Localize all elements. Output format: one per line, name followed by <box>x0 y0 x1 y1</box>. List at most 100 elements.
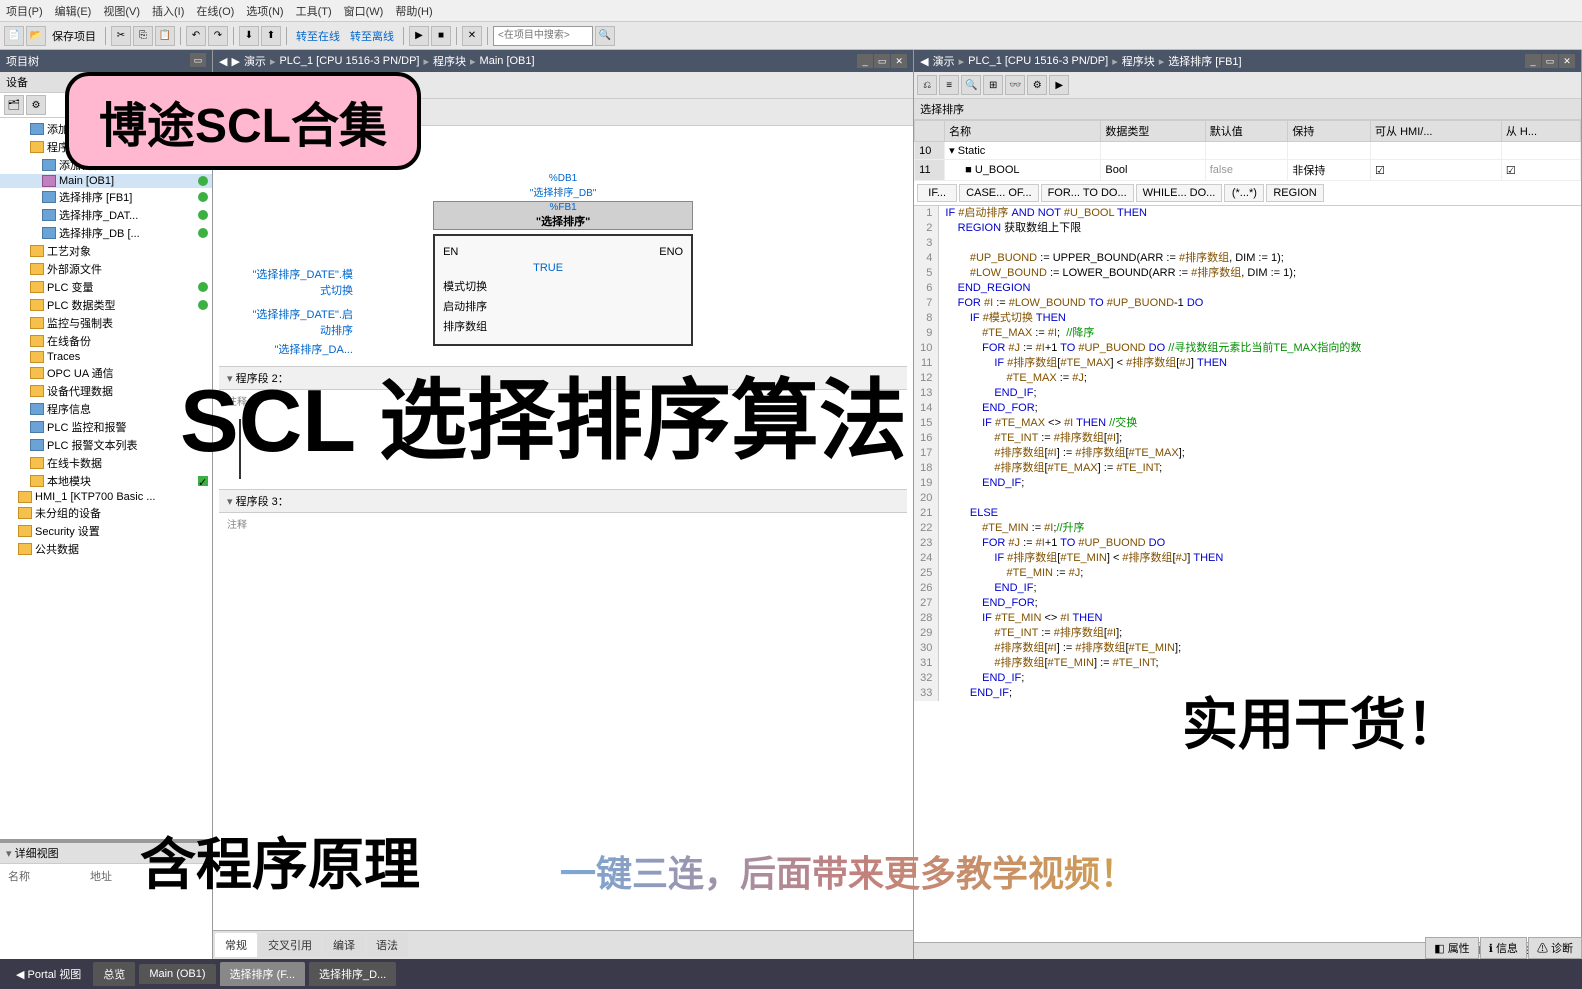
close-icon[interactable]: ✕ <box>891 54 907 68</box>
upload-icon[interactable]: ⬆ <box>261 26 281 46</box>
scl-editor[interactable]: 1234567891011121314151617181920212223242… <box>914 206 1581 942</box>
tab-properties[interactable]: ◧ 属性 <box>1425 937 1478 959</box>
menu-online[interactable]: 在线(O) <box>196 3 234 18</box>
menu-help[interactable]: 帮助(H) <box>395 3 432 18</box>
tree-item[interactable]: Security 设置 <box>0 522 212 540</box>
filter-icon[interactable]: ⚙ <box>26 95 46 115</box>
tab-comment[interactable]: (*...*) <box>1224 184 1264 202</box>
sidebar-title: 项目树 ▭ <box>0 50 212 72</box>
tb-icon[interactable]: ⚙ <box>1027 75 1047 95</box>
min-icon[interactable]: _ <box>1525 54 1541 68</box>
tree-item[interactable]: HMI_1 [KTP700 Basic ... <box>0 490 212 504</box>
tb-icon[interactable]: ⎌ <box>917 75 937 95</box>
redo-icon[interactable]: ↷ <box>208 26 228 46</box>
close-icon[interactable]: ✕ <box>1559 54 1575 68</box>
go-offline-button[interactable]: 转至离线 <box>346 28 398 44</box>
tab-db[interactable]: 选择排序_D... <box>309 962 396 986</box>
glasses-icon[interactable]: 👓 <box>1005 75 1025 95</box>
right-editor-toolbar: ⎌ ≡ 🔍 ⊞ 👓 ⚙ ▶ <box>914 72 1581 99</box>
left-breadcrumb: ◀ ▶ 演示▸ PLC_1 [CPU 1516-3 PN/DP]▸ 程序块▸ M… <box>213 50 913 72</box>
menu-project[interactable]: 项目(P) <box>6 3 43 18</box>
tree-item[interactable]: 公共数据 <box>0 540 212 558</box>
tab-case[interactable]: CASE... OF... <box>959 184 1038 202</box>
tab-main[interactable]: Main (OB1) <box>139 964 215 984</box>
tb-icon[interactable]: ⊞ <box>983 75 1003 95</box>
fbd-canvas[interactable]: 注释 %DB1 "选择排序_DB" %FB1 "选择排序" ENENO TRUE… <box>213 126 913 930</box>
main-toolbar: 📄 📂 保存项目 ✂ ⎘ 📋 ↶ ↷ ⬇ ⬆ 转至在线 转至离线 ▶ ■ ✕ 🔍 <box>0 22 1582 50</box>
tab-fb[interactable]: 选择排序 (F... <box>220 962 305 986</box>
tab-info[interactable]: ℹ 信息 <box>1480 937 1527 959</box>
open-icon[interactable]: 📂 <box>26 26 46 46</box>
play-icon[interactable]: ▶ <box>409 26 429 46</box>
tab-syntax[interactable]: 语法 <box>366 933 408 957</box>
tab-while[interactable]: WHILE... DO... <box>1136 184 1223 202</box>
nav-back-icon[interactable]: ◀ <box>920 55 928 68</box>
block-name: 选择排序 <box>914 99 1581 120</box>
tab-diag[interactable]: ⚠ 诊断 <box>1528 937 1582 959</box>
fbd-block[interactable]: %DB1 "选择排序_DB" %FB1 "选择排序" ENENO TRUE 模式… <box>433 173 693 346</box>
tb-icon[interactable]: ▶ <box>1049 75 1069 95</box>
bottom-bar: ◀ Portal 视图 总览 Main (OB1) 选择排序 (F... 选择排… <box>0 959 1582 989</box>
nav-fwd-icon[interactable]: ▶ <box>231 55 239 68</box>
tree-item[interactable]: 在线备份 <box>0 332 212 350</box>
menu-options[interactable]: 选项(N) <box>246 3 283 18</box>
max-icon[interactable]: ▭ <box>1542 54 1558 68</box>
portal-view-button[interactable]: ◀ Portal 视图 <box>8 966 89 982</box>
tab-for[interactable]: FOR... TO DO... <box>1041 184 1134 202</box>
nav-back-icon[interactable]: ◀ <box>219 55 227 68</box>
save-button[interactable]: 保存项目 <box>48 28 100 44</box>
undo-icon[interactable]: ↶ <box>186 26 206 46</box>
property-tabs: ◧ 属性 ℹ 信息 ⚠ 诊断 <box>1425 937 1582 959</box>
tb-icon[interactable]: 🔍 <box>961 75 981 95</box>
tab-xref[interactable]: 交叉引用 <box>258 933 322 957</box>
search-icon[interactable]: 🔍 <box>595 26 615 46</box>
tree-item[interactable]: 外部源文件 <box>0 260 212 278</box>
main-menu[interactable]: 项目(P) 编辑(E) 视图(V) 插入(I) 在线(O) 选项(N) 工具(T… <box>0 0 1582 22</box>
tree-item[interactable]: PLC 数据类型 <box>0 296 212 314</box>
tree-item[interactable]: 选择排序_DB [... <box>0 224 212 242</box>
overlay-title: SCL 选择排序算法 <box>180 350 907 477</box>
overlay-badge: 博途SCL合集 <box>65 72 421 170</box>
menu-window[interactable]: 窗口(W) <box>344 3 384 18</box>
menu-view[interactable]: 视图(V) <box>103 3 140 18</box>
go-online-button[interactable]: 转至在线 <box>292 28 344 44</box>
menu-tools[interactable]: 工具(T) <box>296 3 332 18</box>
tree-item[interactable]: 选择排序_DAT... <box>0 206 212 224</box>
overlay-subtitle-1: 含程序原理 <box>140 820 420 901</box>
min-icon[interactable]: _ <box>857 54 873 68</box>
scl-snippet-tabs: IF... CASE... OF... FOR... TO DO... WHIL… <box>914 181 1581 206</box>
copy-icon[interactable]: ⎘ <box>133 26 153 46</box>
tab-general[interactable]: 常规 <box>215 933 257 957</box>
collapse-icon[interactable]: ▭ <box>190 53 206 67</box>
menu-edit[interactable]: 编辑(E) <box>55 3 92 18</box>
overlay-footer: 一键三连，后面带来更多教学视频！ <box>560 845 1136 897</box>
tab-if[interactable]: IF... <box>917 184 957 202</box>
tb-icon[interactable]: ≡ <box>939 75 959 95</box>
paste-icon[interactable]: 📋 <box>155 26 175 46</box>
right-breadcrumb: ◀ 演示▸ PLC_1 [CPU 1516-3 PN/DP]▸ 程序块▸ 选择排… <box>914 50 1581 72</box>
tree-item[interactable]: Main [OB1] <box>0 174 212 188</box>
tree-item[interactable]: 工艺对象 <box>0 242 212 260</box>
table-row[interactable]: 10▾ Static <box>915 142 1581 160</box>
search-input[interactable] <box>493 26 593 46</box>
tree-item[interactable]: 未分组的设备 <box>0 504 212 522</box>
max-icon[interactable]: ▭ <box>874 54 890 68</box>
tree-item[interactable]: 监控与强制表 <box>0 314 212 332</box>
new-icon[interactable]: 📄 <box>4 26 24 46</box>
tab-region[interactable]: REGION <box>1266 184 1323 202</box>
tree-icon[interactable]: 🗂 <box>4 95 24 115</box>
detail-col-addr: 地址 <box>90 868 112 884</box>
table-row[interactable]: 11■ U_BOOLBoolfalse非保持☑☑ <box>915 160 1581 181</box>
cut-icon[interactable]: ✂ <box>111 26 131 46</box>
variable-table[interactable]: 名称数据类型 默认值保持 可从 HMI/...从 H... 10▾ Static… <box>914 120 1581 181</box>
cross-icon[interactable]: ✕ <box>462 26 482 46</box>
download-icon[interactable]: ⬇ <box>239 26 259 46</box>
stop-icon[interactable]: ■ <box>431 26 451 46</box>
tree-item[interactable]: 选择排序 [FB1] <box>0 188 212 206</box>
menu-insert[interactable]: 插入(I) <box>152 3 184 18</box>
detail-col-name: 名称 <box>8 868 30 884</box>
segment-3-header[interactable]: ▾ 程序段 3： <box>219 489 907 513</box>
tab-compile[interactable]: 编译 <box>323 933 365 957</box>
tab-overview[interactable]: 总览 <box>93 962 135 986</box>
tree-item[interactable]: PLC 变量 <box>0 278 212 296</box>
